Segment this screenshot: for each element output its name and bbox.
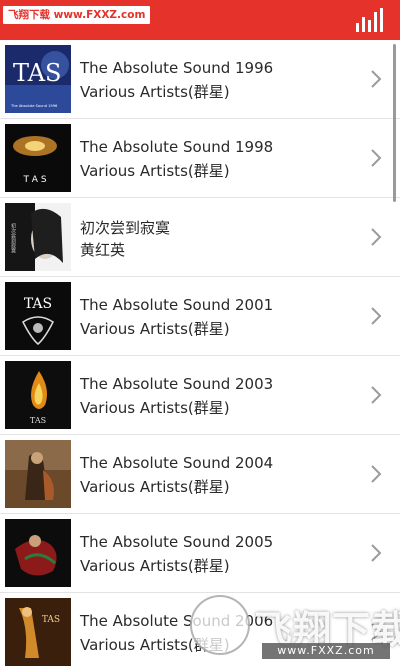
album-artist: 黄红英 <box>80 241 126 259</box>
album-artist: Various Artists(群星) <box>80 478 230 496</box>
album-row[interactable]: The Absolute Sound 2004 Various Artists(… <box>0 435 400 514</box>
cover-text: T A S <box>22 175 46 185</box>
album-artist: Various Artists(群星) <box>80 320 230 338</box>
album-row[interactable]: T A S The Absolute Sound 1998 Various Ar… <box>0 119 400 198</box>
app-header: 飞翔下载 www.FXXZ.com <box>0 0 400 40</box>
watermark-logo: 飞翔下载 www.FXXZ.com <box>190 593 400 665</box>
album-cover: T A S <box>5 124 71 192</box>
album-title: The Absolute Sound 2003 <box>80 375 274 393</box>
album-artist: Various Artists(群星) <box>80 83 230 101</box>
album-title: The Absolute Sound 2001 <box>80 296 274 314</box>
chevron-right-icon <box>371 228 382 246</box>
album-row[interactable]: TAS The Absolute Sound 2001 Various Arti… <box>0 277 400 356</box>
album-artist: Various Artists(群星) <box>80 557 230 575</box>
album-title: The Absolute Sound 2005 <box>80 533 274 551</box>
watermark-domain: www.FXXZ.com <box>262 643 390 659</box>
cover-text: TAS <box>30 416 46 425</box>
watermark-tag: 飞翔下载 www.FXXZ.com <box>3 6 151 24</box>
album-row[interactable]: TAS The Absolute Sound 1996 The Absolute… <box>0 40 400 119</box>
cover-caption: The Absolute Sound 1996 <box>10 104 58 108</box>
album-artist: Various Artists(群星) <box>80 162 230 180</box>
chevron-right-icon <box>371 386 382 404</box>
album-cover: TAS <box>5 598 71 666</box>
album-title: 初次尝到寂寞 <box>80 219 171 237</box>
equalizer-icon[interactable] <box>356 6 386 32</box>
chevron-right-icon <box>371 544 382 562</box>
album-title: The Absolute Sound 1996 <box>80 59 274 77</box>
album-cover: TAS <box>5 361 71 429</box>
cover-text: TAS <box>24 296 52 312</box>
album-row[interactable]: 初次尝到寂寞 初次尝到寂寞 黄红英 <box>0 198 400 277</box>
watermark-logo-icon <box>190 595 250 655</box>
chevron-right-icon <box>371 465 382 483</box>
album-cover: 初次尝到寂寞 <box>5 203 71 271</box>
chevron-right-icon <box>371 307 382 325</box>
chevron-right-icon <box>371 149 382 167</box>
album-cover <box>5 519 71 587</box>
album-cover: TAS The Absolute Sound 1996 <box>5 45 71 113</box>
album-row[interactable]: The Absolute Sound 2005 Various Artists(… <box>0 514 400 593</box>
cover-text: TAS <box>42 615 60 625</box>
album-title: The Absolute Sound 1998 <box>80 138 274 156</box>
cover-text: 初次尝到寂寞 <box>10 222 16 254</box>
album-list[interactable]: TAS The Absolute Sound 1996 The Absolute… <box>0 40 400 669</box>
chevron-right-icon <box>371 70 382 88</box>
album-title: The Absolute Sound 2004 <box>80 454 274 472</box>
album-row[interactable]: TAS The Absolute Sound 2003 Various Arti… <box>0 356 400 435</box>
album-artist: Various Artists(群星) <box>80 399 230 417</box>
cover-text: TAS <box>13 59 61 87</box>
scrollbar-thumb[interactable] <box>393 44 396 202</box>
album-cover <box>5 440 71 508</box>
album-cover: TAS <box>5 282 71 350</box>
